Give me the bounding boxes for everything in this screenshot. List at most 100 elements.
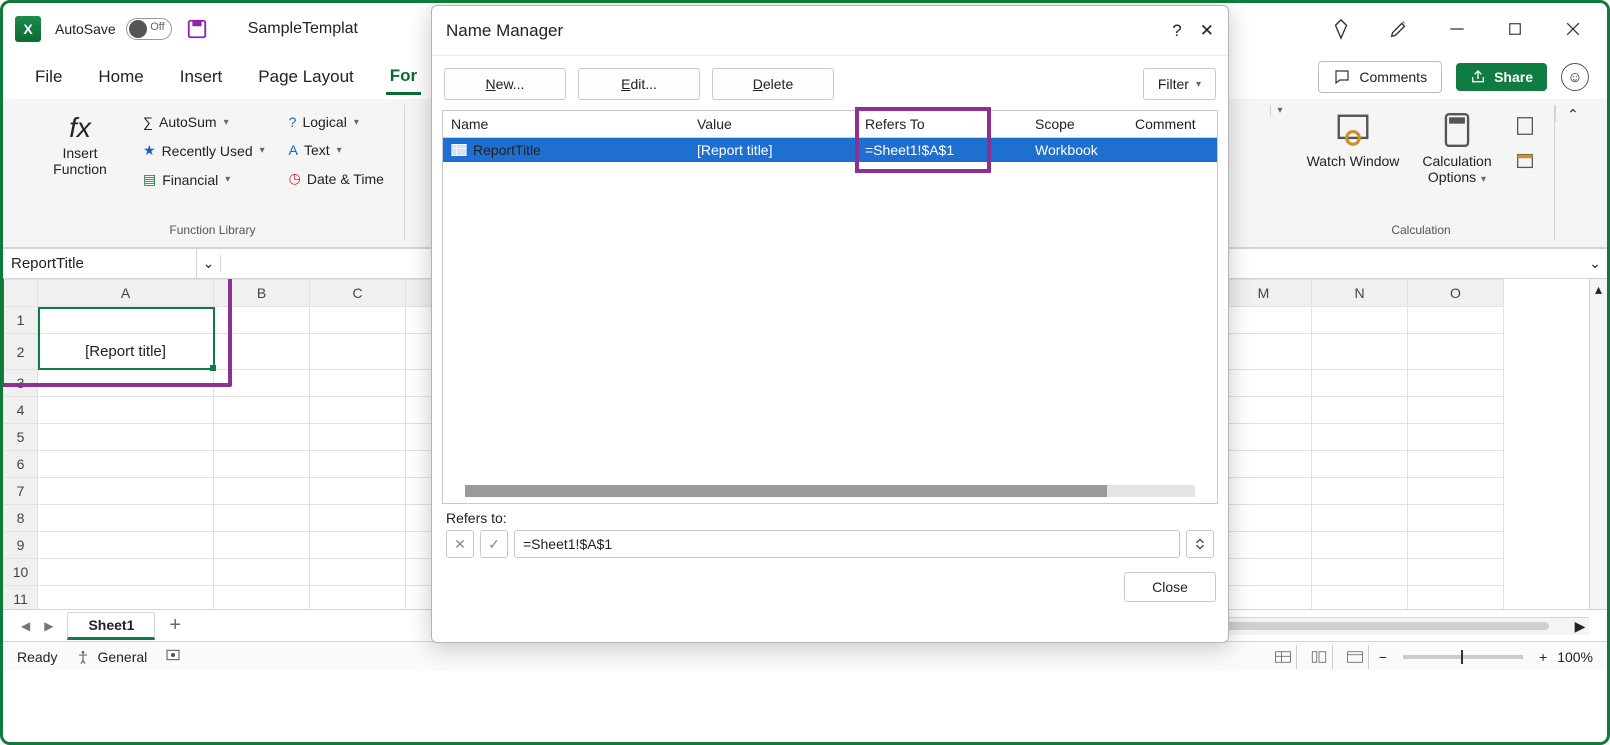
view-normal-button[interactable] [1271,645,1297,669]
date-time-button[interactable]: ◷Date & Time [287,167,386,190]
close-window-button[interactable] [1551,9,1595,49]
autosave-label: AutoSave [55,21,116,37]
watch-window-button[interactable]: Watch Window [1306,111,1400,169]
scroll-up-icon[interactable]: ▴ [1593,279,1604,300]
edit-name-button[interactable]: Edit... [578,68,700,100]
add-sheet-button[interactable]: + [169,614,181,637]
accessibility-icon [75,649,91,665]
minimize-button[interactable] [1435,9,1479,49]
calculator-icon [1437,111,1477,149]
delete-name-button[interactable]: Delete [712,68,834,100]
logical-button[interactable]: ?Logical▾ [287,111,386,133]
money-icon: ▤ [143,171,156,188]
view-page-layout-button[interactable] [1307,645,1333,669]
dialog-close-x[interactable]: ✕ [1200,21,1214,41]
tab-insert[interactable]: Insert [176,61,227,93]
name-list-hscroll[interactable] [465,485,1195,497]
dialog-help-button[interactable]: ? [1172,21,1181,41]
dialog-title: Name Manager [446,21,563,41]
zoom-level[interactable]: 100% [1557,649,1593,665]
ribbon-overflow-button[interactable]: ▾ [1270,105,1288,116]
excel-app-icon: X [15,16,41,42]
tab-home[interactable]: Home [94,61,147,93]
col-header-m[interactable]: M [1216,280,1312,307]
calc-sheet-icon[interactable] [1514,150,1536,175]
calc-now-icon[interactable] [1514,115,1536,140]
row-header-5[interactable]: 5 [4,424,38,451]
financial-button[interactable]: ▤Financial▾ [141,168,267,191]
refers-confirm-button[interactable]: ✓ [480,530,508,558]
macro-record-icon[interactable] [165,647,181,666]
name-manager-dialog: Name Manager ? ✕ New... Edit... Delete F… [431,5,1229,643]
zoom-slider[interactable] [1403,655,1523,659]
col-header-b[interactable]: B [214,280,310,307]
col-header-a[interactable]: A [38,280,214,307]
row-header-7[interactable]: 7 [4,478,38,505]
row-header-10[interactable]: 10 [4,559,38,586]
zoom-out-button[interactable]: − [1379,649,1387,665]
row-header-4[interactable]: 4 [4,397,38,424]
col-header-c[interactable]: C [310,280,406,307]
hdr-value[interactable]: Value [689,111,857,137]
share-button[interactable]: Share [1456,63,1547,91]
name-list[interactable]: Name Value Refers To Scope Comment Repor… [442,110,1218,504]
hdr-name[interactable]: Name [443,111,689,137]
titlebar-pen-icon[interactable] [1377,9,1421,49]
status-bar: Ready General − + 100% [3,641,1607,671]
comments-button[interactable]: Comments [1318,61,1442,93]
refers-to-label: Refers to: [446,510,1214,526]
row-header-1[interactable]: 1 [4,307,38,334]
autosum-button[interactable]: ∑AutoSum▾ [141,111,267,133]
name-list-header[interactable]: Name Value Refers To Scope Comment [443,111,1217,138]
hscroll-right[interactable]: ▶ [1571,618,1589,635]
refers-cancel-button[interactable]: ✕ [446,530,474,558]
name-row-selected[interactable]: ReportTitle [Report title] =Sheet1!$A$1 … [443,138,1217,162]
new-name-button[interactable]: New... [444,68,566,100]
name-box[interactable]: ReportTitle [3,249,197,279]
zoom-in-button[interactable]: + [1539,649,1547,665]
text-button[interactable]: AText▾ [287,139,386,161]
dialog-close-button[interactable]: Close [1124,572,1216,602]
cell-a1-value[interactable]: [Report title] [38,334,214,370]
hdr-scope[interactable]: Scope [1027,111,1127,137]
row-header-9[interactable]: 9 [4,532,38,559]
comment-icon [1333,68,1351,86]
autosave-toggle[interactable]: Off [126,18,172,40]
row-header-11[interactable]: 11 [4,586,38,610]
autosave[interactable]: AutoSave Off [55,18,172,40]
titlebar-diamond-icon[interactable] [1319,9,1363,49]
row-header-3[interactable]: 3 [4,370,38,397]
insert-function-button[interactable]: fx Insert Function [39,111,121,191]
range-picker-button[interactable] [1186,530,1214,558]
save-icon[interactable] [186,18,208,40]
tab-formulas[interactable]: For [386,60,421,95]
select-all-corner[interactable] [4,280,38,307]
name-item-icon [451,143,467,157]
hdr-refersto[interactable]: Refers To [857,111,1027,137]
formula-bar-expand[interactable]: ⌄ [1583,255,1607,272]
refers-to-input[interactable] [514,530,1180,558]
sheet-nav-prev[interactable]: ◀ [21,619,30,633]
row-header-8[interactable]: 8 [4,505,38,532]
recently-used-button[interactable]: ★Recently Used▾ [141,139,267,162]
calculation-options-button[interactable]: Calculation Options ▾ [1410,111,1504,185]
col-header-o[interactable]: O [1408,280,1504,307]
row-header-2[interactable]: 2 [4,334,38,370]
name-box-dropdown[interactable]: ⌄ [197,255,221,272]
ribbon-collapse-button[interactable]: ⌄ [1555,105,1589,122]
hdr-comment[interactable]: Comment [1127,111,1207,137]
sheet-nav-next[interactable]: ▶ [44,619,53,633]
view-page-break-button[interactable] [1343,645,1369,669]
accessibility-indicator[interactable]: General [75,649,147,665]
tab-page-layout[interactable]: Page Layout [254,61,357,93]
vertical-scrollbar[interactable]: ▴ [1589,279,1607,609]
group-label-calculation: Calculation [1306,223,1536,237]
maximize-button[interactable] [1493,9,1537,49]
filter-button[interactable]: Filter ▾ [1143,68,1216,100]
sheet-tab-sheet1[interactable]: Sheet1 [67,612,155,640]
ribbon-tabs: File Home Insert Page Layout For [3,55,449,99]
col-header-n[interactable]: N [1312,280,1408,307]
feedback-smile-icon[interactable]: ☺ [1561,63,1589,91]
tab-file[interactable]: File [31,61,66,93]
row-header-6[interactable]: 6 [4,451,38,478]
